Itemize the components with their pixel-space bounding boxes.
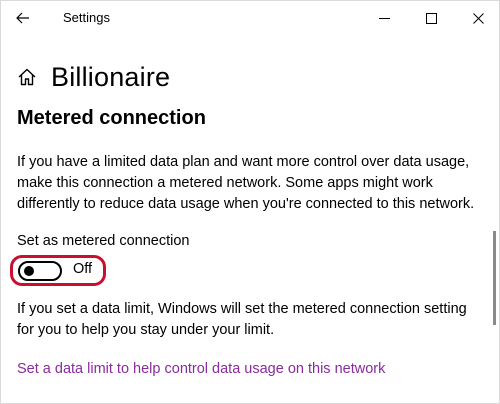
- toggle-state-text: Off: [73, 261, 93, 277]
- metered-toggle-label: Set as metered connection: [17, 233, 190, 249]
- window-title: Settings: [63, 10, 110, 25]
- metered-description: If you have a limited data plan and want…: [17, 154, 475, 212]
- maximize-button[interactable]: [408, 1, 454, 35]
- data-limit-description: If you set a data limit, Windows will se…: [17, 301, 467, 338]
- back-button[interactable]: [7, 3, 39, 33]
- minimize-button[interactable]: [361, 1, 407, 35]
- page-title: Billionaire: [51, 61, 171, 92]
- scrollbar[interactable]: [493, 231, 496, 325]
- metered-connection-toggle[interactable]: [18, 261, 62, 281]
- minimize-icon: [378, 17, 390, 19]
- close-button[interactable]: [455, 1, 500, 35]
- title-bar: Settings: [1, 1, 499, 35]
- page-header: Billionaire: [17, 57, 170, 97]
- home-icon[interactable]: [17, 66, 39, 88]
- back-arrow-icon: [16, 12, 29, 24]
- toggle-knob: [24, 266, 34, 276]
- close-icon: [472, 12, 484, 24]
- section-title: Metered connection: [17, 107, 206, 129]
- data-limit-link[interactable]: Set a data limit to help control data us…: [17, 361, 385, 377]
- settings-window: Settings Billionaire Metered connection …: [0, 0, 500, 404]
- maximize-icon: [425, 12, 437, 24]
